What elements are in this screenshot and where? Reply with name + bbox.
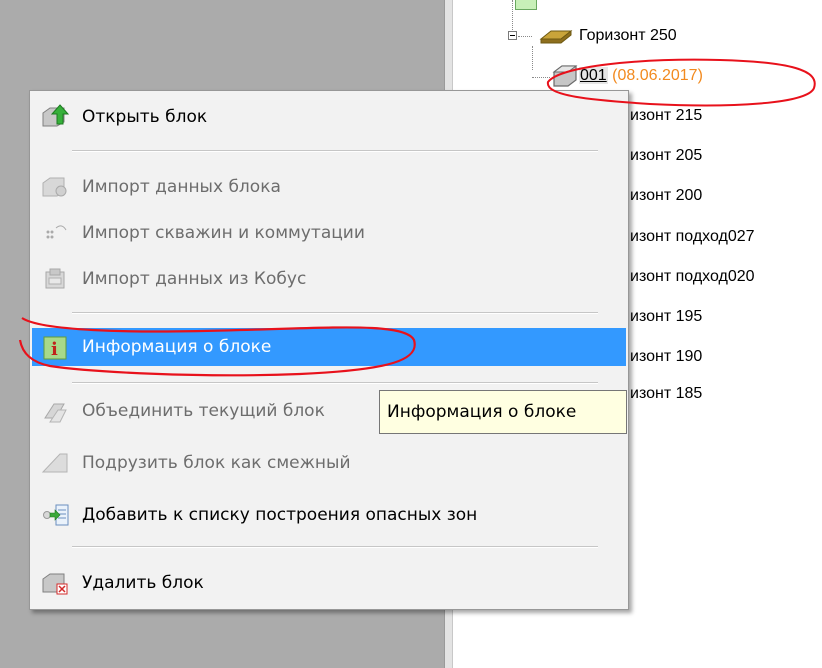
tree-item-horizon[interactable]: изонт 215 xyxy=(630,106,702,126)
add-to-list-icon xyxy=(38,500,72,530)
tree-node-icon xyxy=(515,0,537,10)
menu-item-open-block[interactable]: Открыть блок xyxy=(32,98,626,136)
block-icon xyxy=(552,65,578,87)
menu-item-import-kobus[interactable]: Импорт данных из Кобус xyxy=(32,260,626,298)
tree-item-horizon[interactable]: изонт подход027 xyxy=(630,227,755,247)
menu-item-import-wells[interactable]: Импорт скважин и коммутации xyxy=(32,214,626,252)
open-block-icon xyxy=(38,102,72,132)
horizon-icon xyxy=(539,29,573,44)
block-date: (08.06.2017) xyxy=(612,67,703,84)
menu-item-delete-block[interactable]: Удалить блок xyxy=(32,564,626,602)
block-code: 001 xyxy=(579,67,608,84)
tree-item-horizon[interactable]: изонт 205 xyxy=(630,146,702,166)
tree-expander[interactable] xyxy=(508,31,517,40)
import-block-icon xyxy=(38,172,72,202)
tree-item-block-001[interactable]: 001 (08.06.2017) xyxy=(579,66,703,86)
tree-item-horizon[interactable]: изонт 190 xyxy=(630,347,702,367)
info-icon: i xyxy=(38,332,72,362)
menu-item-import-block-data[interactable]: Импорт данных блока xyxy=(32,168,626,206)
tree-item-horizon[interactable]: изонт подход020 xyxy=(630,267,755,287)
import-kobus-icon xyxy=(38,264,72,294)
tree-item-horizon-250[interactable]: Горизонт 250 xyxy=(579,26,677,46)
menu-item-block-info[interactable]: i Информация о блоке xyxy=(32,328,626,366)
delete-block-icon xyxy=(38,568,72,598)
tree-item-horizon[interactable]: изонт 185 xyxy=(630,384,702,404)
adjacent-block-icon xyxy=(38,448,72,478)
tooltip: Информация о блоке xyxy=(379,390,627,434)
menu-item-load-adjacent-block[interactable]: Подрузить блок как смежный xyxy=(32,444,626,482)
tree-item-horizon[interactable]: изонт 200 xyxy=(630,186,702,206)
merge-icon xyxy=(38,396,72,426)
tree-item-horizon[interactable]: изонт 195 xyxy=(630,307,702,327)
menu-item-add-to-danger-zones[interactable]: Добавить к списку построения опасных зон xyxy=(32,496,626,534)
import-wells-icon xyxy=(38,218,72,248)
context-menu: Открыть блок Импорт данных блока Импорт … xyxy=(29,90,629,610)
svg-text:i: i xyxy=(51,339,58,360)
